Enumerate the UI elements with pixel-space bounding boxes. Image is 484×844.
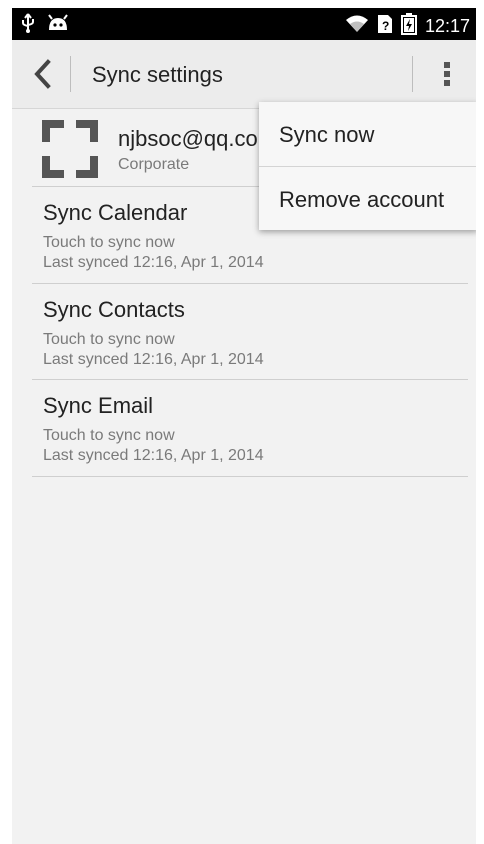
divider xyxy=(32,476,468,477)
sync-item-last-synced: Last synced 12:16, Apr 1, 2014 xyxy=(43,351,264,368)
status-time: 12:17 xyxy=(424,16,470,36)
sync-item-subtitle: Touch to sync now xyxy=(43,331,175,348)
account-email: njbsoc@qq.com xyxy=(118,126,277,151)
back-arrow-icon[interactable] xyxy=(30,58,56,90)
sync-item-title: Sync Email xyxy=(43,393,154,418)
corporate-account-icon xyxy=(42,120,98,178)
status-left xyxy=(20,13,70,38)
actionbar-divider-right xyxy=(412,56,413,92)
phone-screen: ? 12:17 Sync settings njbsoc@qq.com Corp… xyxy=(12,8,476,844)
action-bar: Sync settings xyxy=(12,40,476,109)
wifi-icon xyxy=(345,14,369,39)
sync-item-last-synced: Last synced 12:16, Apr 1, 2014 xyxy=(43,254,264,271)
overflow-popup-menu: Sync now Remove account xyxy=(259,102,476,230)
divider xyxy=(32,283,468,284)
sync-item-contacts[interactable]: Sync Contacts Touch to sync now Last syn… xyxy=(12,285,476,381)
overflow-menu-icon[interactable] xyxy=(442,60,452,88)
status-bar: ? 12:17 xyxy=(12,8,476,40)
actionbar-divider-left xyxy=(70,56,71,92)
battery-icon xyxy=(400,13,417,40)
sim-icon: ? xyxy=(377,14,393,39)
android-icon xyxy=(46,14,70,37)
sync-item-subtitle: Touch to sync now xyxy=(43,234,175,251)
sync-item-title: Sync Contacts xyxy=(43,297,185,322)
sync-item-title: Sync Calendar xyxy=(43,200,188,225)
menu-item-label: Sync now xyxy=(279,122,375,147)
usb-icon xyxy=(20,13,36,38)
divider xyxy=(32,379,468,380)
sync-item-subtitle: Touch to sync now xyxy=(43,427,175,444)
status-right: ? 12:17 xyxy=(345,13,470,40)
page-title: Sync settings xyxy=(92,62,223,87)
sync-item-email[interactable]: Sync Email Touch to sync now Last synced… xyxy=(12,381,476,477)
menu-item-label: Remove account xyxy=(279,187,445,212)
svg-text:?: ? xyxy=(382,19,389,33)
menu-item-remove-account[interactable]: Remove account xyxy=(259,167,476,231)
account-type: Corporate xyxy=(118,156,190,173)
sync-item-last-synced: Last synced 12:16, Apr 1, 2014 xyxy=(43,447,264,464)
menu-item-sync-now[interactable]: Sync now xyxy=(259,102,476,166)
